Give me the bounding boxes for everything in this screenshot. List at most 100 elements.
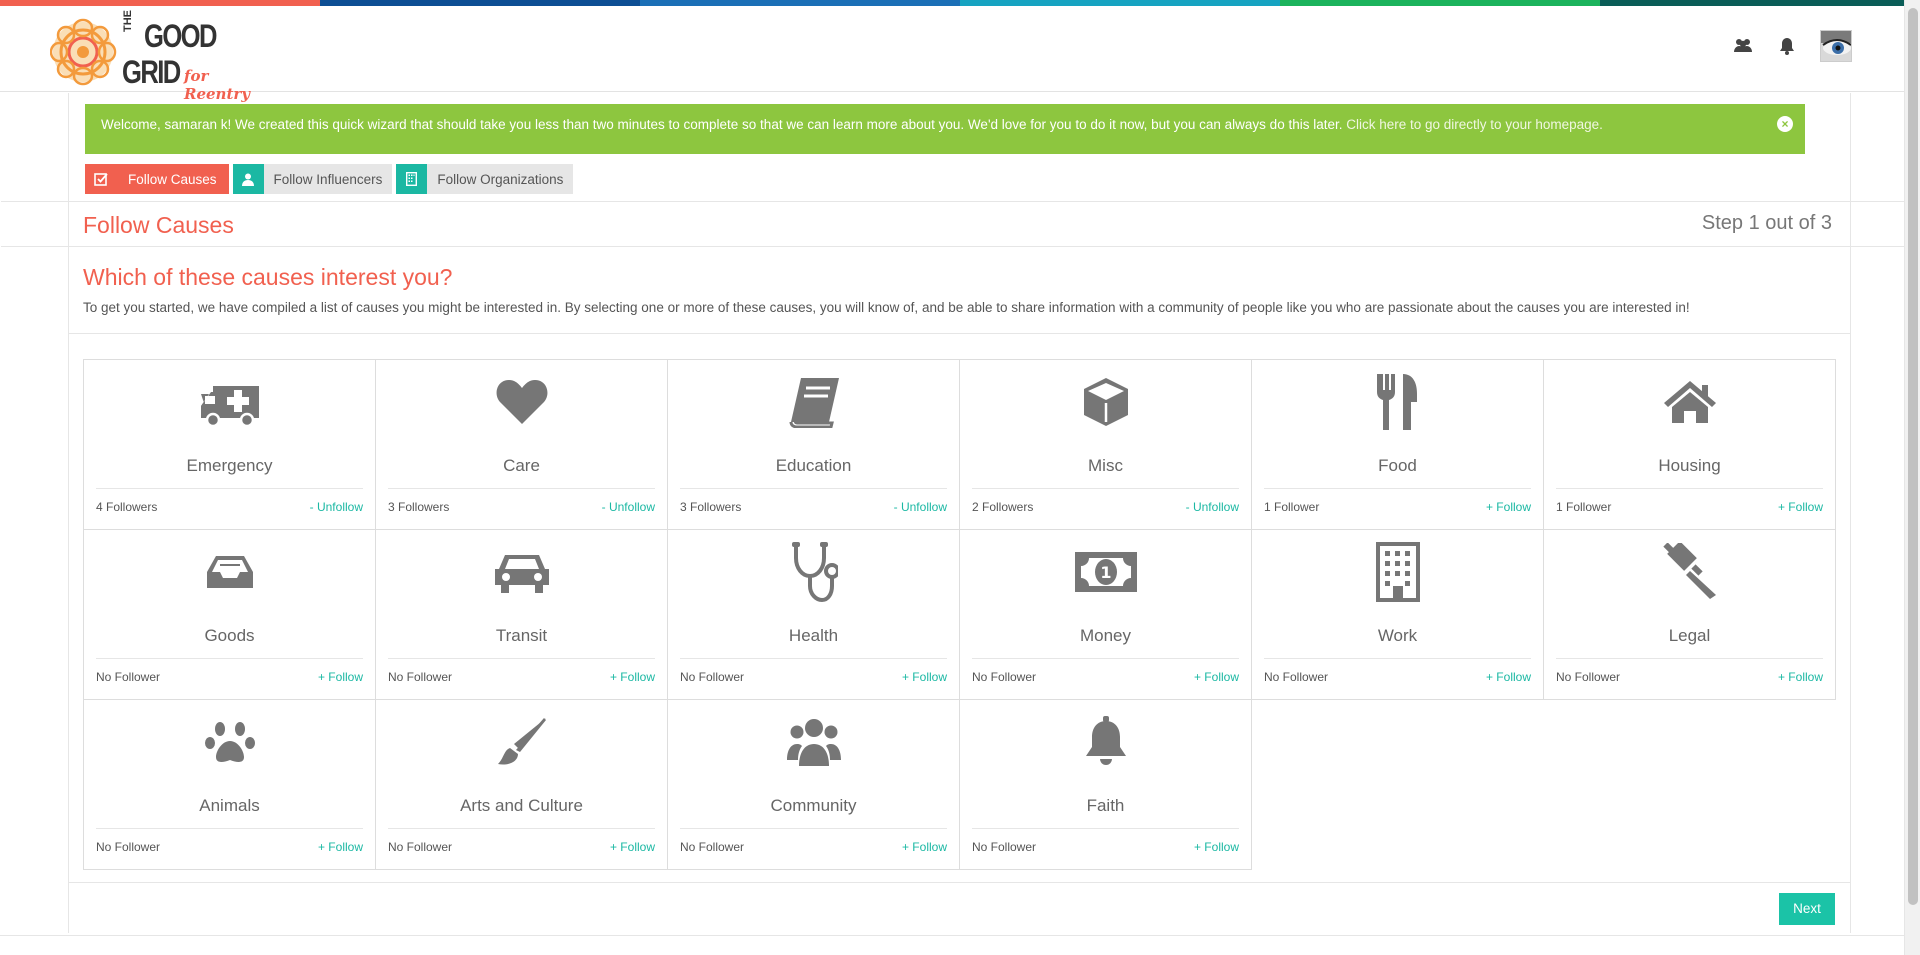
logo-text-the: THE [122, 10, 134, 32]
cause-card: Health No Follower + Follow [667, 529, 960, 700]
tab-follow-influencers[interactable]: Follow Influencers [232, 164, 393, 194]
cause-card: 1 Money No Follower + Follow [959, 529, 1252, 700]
follow-link[interactable]: + Follow [610, 840, 655, 854]
cutlery-icon [1252, 370, 1543, 434]
divider [972, 828, 1239, 829]
welcome-message: Welcome, samaran k! We created this quic… [101, 117, 1343, 132]
divider [388, 658, 655, 659]
building-icon [396, 164, 428, 194]
svg-text:1: 1 [1100, 563, 1111, 582]
unfollow-link[interactable]: - Unfollow [310, 500, 363, 514]
divider [96, 828, 363, 829]
logo-text-good: GOOD [144, 18, 217, 54]
cause-name: Animals [199, 796, 260, 815]
divider [1, 246, 1905, 247]
follower-count: No Follower [388, 840, 453, 854]
divider [1556, 658, 1823, 659]
follow-link[interactable]: + Follow [902, 670, 947, 684]
follow-link[interactable]: + Follow [610, 670, 655, 684]
question-title: Which of these causes interest you? [83, 264, 453, 290]
community-icon [668, 710, 959, 774]
page-scrollbar[interactable] [1904, 0, 1920, 955]
cube-icon [960, 370, 1251, 434]
unfollow-link[interactable]: - Unfollow [602, 500, 655, 514]
cause-name: Faith [1086, 796, 1125, 815]
cause-name: Legal [1668, 626, 1711, 645]
stethoscope-icon [668, 540, 959, 604]
follow-link[interactable]: + Follow [1486, 670, 1531, 684]
follow-link[interactable]: + Follow [902, 840, 947, 854]
divider [1264, 658, 1531, 659]
avatar[interactable] [1820, 30, 1852, 62]
divider [1556, 488, 1823, 489]
divider [69, 333, 1850, 334]
unfollow-link[interactable]: - Unfollow [1186, 500, 1239, 514]
cause-card: Misc 2 Followers - Unfollow [959, 359, 1252, 530]
follower-count: 3 Followers [680, 500, 742, 514]
follower-count: No Follower [96, 670, 161, 684]
causes-grid: Emergency 4 Followers - Unfollow Care 3 … [83, 359, 1839, 870]
users-icon[interactable] [1732, 35, 1754, 57]
wizard-steps: Follow Causes Follow Influencers Follow … [85, 164, 574, 194]
cause-name: Goods [204, 626, 255, 645]
tab-label: Follow Causes [128, 171, 217, 187]
follower-count: No Follower [1264, 670, 1329, 684]
cause-card: Work No Follower + Follow [1251, 529, 1544, 700]
follower-count: No Follower [1556, 670, 1621, 684]
cause-card: Housing 1 Follower + Follow [1543, 359, 1836, 530]
cause-card: Goods No Follower + Follow [83, 529, 376, 700]
cause-name: Education [775, 456, 852, 475]
money-icon: 1 [960, 540, 1251, 604]
cause-name: Community [770, 796, 857, 815]
follower-count: 1 Follower [1556, 500, 1612, 514]
section-title: Follow Causes [83, 212, 234, 238]
cause-name: Food [1378, 456, 1417, 475]
homepage-link[interactable]: Click here to go directly to your homepa… [1346, 117, 1603, 132]
cause-card: Food 1 Follower + Follow [1251, 359, 1544, 530]
follower-count: No Follower [680, 840, 745, 854]
follower-count: No Follower [388, 670, 453, 684]
paw-icon [84, 710, 375, 774]
car-icon [376, 540, 667, 604]
follower-count: 2 Followers [972, 500, 1034, 514]
cause-name: Misc [1088, 456, 1123, 475]
follow-link[interactable]: + Follow [1194, 840, 1239, 854]
divider [680, 828, 947, 829]
paintbrush-icon [376, 710, 667, 774]
follow-link[interactable]: + Follow [1778, 500, 1823, 514]
scrollbar-thumb[interactable] [1908, 8, 1918, 905]
divider [388, 828, 655, 829]
close-banner-icon[interactable]: × [1777, 116, 1793, 132]
cause-name: Arts and Culture [460, 796, 583, 815]
notification-bell-icon[interactable] [1776, 35, 1798, 57]
tab-follow-organizations[interactable]: Follow Organizations [396, 164, 574, 194]
cause-card: Animals No Follower + Follow [83, 699, 376, 870]
divider [680, 488, 947, 489]
footer-divider [0, 935, 1904, 936]
follower-count: No Follower [972, 670, 1037, 684]
cause-name: Housing [1658, 456, 1721, 475]
follower-count: No Follower [972, 840, 1037, 854]
unfollow-link[interactable]: - Unfollow [894, 500, 947, 514]
next-button[interactable]: Next [1779, 893, 1835, 925]
tab-follow-causes[interactable]: Follow Causes [85, 164, 229, 194]
divider [972, 488, 1239, 489]
follow-link[interactable]: + Follow [1778, 670, 1823, 684]
follow-link[interactable]: + Follow [318, 670, 363, 684]
ambulance-icon [84, 370, 375, 434]
cause-card: Community No Follower + Follow [667, 699, 960, 870]
book-icon [668, 370, 959, 434]
cause-card: Faith No Follower + Follow [959, 699, 1252, 870]
follow-link[interactable]: + Follow [318, 840, 363, 854]
follower-count: 4 Followers [96, 500, 158, 514]
follow-link[interactable]: + Follow [1486, 500, 1531, 514]
question-description: To get you started, we have compiled a l… [83, 300, 1690, 315]
follow-link[interactable]: + Follow [1194, 670, 1239, 684]
cause-name: Health [788, 626, 839, 645]
divider [388, 488, 655, 489]
cause-name: Care [503, 456, 540, 475]
cause-card: Legal No Follower + Follow [1543, 529, 1836, 700]
logo[interactable]: THE GOOD GRID for Reentry [49, 10, 270, 103]
divider [1, 201, 1905, 202]
step-indicator: Step 1 out of 3 [1701, 212, 1832, 234]
